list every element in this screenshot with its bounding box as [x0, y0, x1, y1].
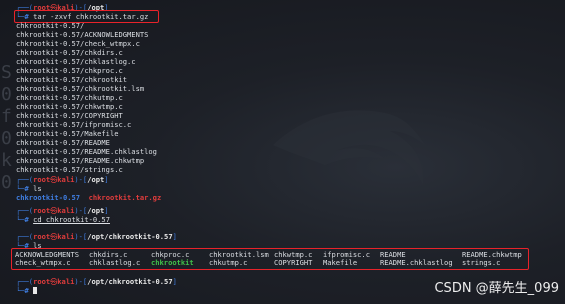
- file-entry: Makefile: [323, 258, 358, 267]
- output-line: chkrootkit-0.57/COPYRIGHT: [16, 111, 123, 120]
- file-entry: strings.c: [462, 258, 501, 267]
- prompt-line: ┌──(root㉿kali)-[/opt]: [16, 175, 109, 184]
- output-line: chkrootkit-0.57/chkrootkit: [16, 75, 128, 84]
- clipped-text-fragment: f: [1, 106, 12, 127]
- output-line: chkrootkit-0.57/: [16, 21, 85, 30]
- output-line: chkrootkit-0.57/check_wtmpx.c: [16, 39, 140, 48]
- output-line: chkrootkit-0.57/README: [16, 138, 110, 147]
- prompt-line: ┌──(root㉿kali)-[/opt]: [16, 206, 109, 215]
- file-entry: chklastlog.c: [89, 258, 141, 267]
- command-line-active[interactable]: └─#: [16, 287, 38, 295]
- command-line: └─# cd chkrootkit-0.57: [16, 215, 110, 224]
- clipped-text-fragment: S: [1, 62, 12, 83]
- output-line: chkrootkit-0.57/README.chklastlog: [16, 147, 157, 156]
- clipped-text-fragment: k: [1, 150, 12, 171]
- file-entry: COPYRIGHT: [274, 258, 313, 267]
- clipped-text-fragment: 0: [1, 128, 12, 149]
- text-cursor: [33, 287, 38, 294]
- archive-entry: chkrootkit.tar.gz: [88, 193, 162, 202]
- output-line: chkrootkit-0.57/chkdirs.c: [16, 48, 123, 57]
- clipped-text-fragment: 0: [1, 172, 12, 193]
- file-entry: chkutmp.c: [209, 258, 248, 267]
- output-line: chkrootkit-0.57/ACKNOWLEDGMENTS: [16, 30, 149, 39]
- ls-output-line: chkrootkit-0.57 chkrootkit.tar.gz: [16, 194, 161, 202]
- kali-dragon-watermark-icon: [273, 110, 425, 185]
- cd-command: cd chkrootkit-0.57: [33, 215, 110, 224]
- terminal-window[interactable]: S 0 f 0 k 0 ┌──(root㉿kali)-[/opt] └─# ta…: [0, 0, 565, 304]
- output-line: chkrootkit-0.57/Makefile: [16, 129, 119, 138]
- directory-entry: chkrootkit-0.57: [16, 193, 81, 202]
- output-line: chkrootkit-0.57/chkrootkit.lsm: [16, 84, 145, 93]
- prompt-line: ┌──(root㉿kali)-[/opt/chkrootkit-0.57]: [16, 232, 177, 241]
- output-line: chkrootkit-0.57/chkutmp.c: [16, 93, 123, 102]
- output-line: chkrootkit-0.57/chkproc.c: [16, 66, 123, 75]
- clipped-text-fragment: 0: [1, 84, 12, 105]
- command-line: └─# ls: [16, 184, 42, 193]
- executable-entry: chkrootkit: [151, 258, 194, 267]
- file-entry: README.chklastlog: [380, 258, 453, 267]
- file-entry: check_wtmpx.c: [15, 258, 71, 267]
- prompt-line: ┌──(root㉿kali)-[/opt/chkrootkit-0.57]: [16, 277, 177, 286]
- output-line: chkrootkit-0.57/chklastlog.c: [16, 57, 136, 66]
- output-line: chkrootkit-0.57/ifpromisc.c: [16, 120, 132, 129]
- csdn-watermark: CSDN @薛先生_099: [434, 281, 559, 296]
- output-line: chkrootkit-0.57/README.chkwtmp: [16, 156, 145, 165]
- output-line: chkrootkit-0.57/chkwtmp.c: [16, 102, 123, 111]
- output-line: chkrootkit-0.57/strings.c: [16, 165, 123, 174]
